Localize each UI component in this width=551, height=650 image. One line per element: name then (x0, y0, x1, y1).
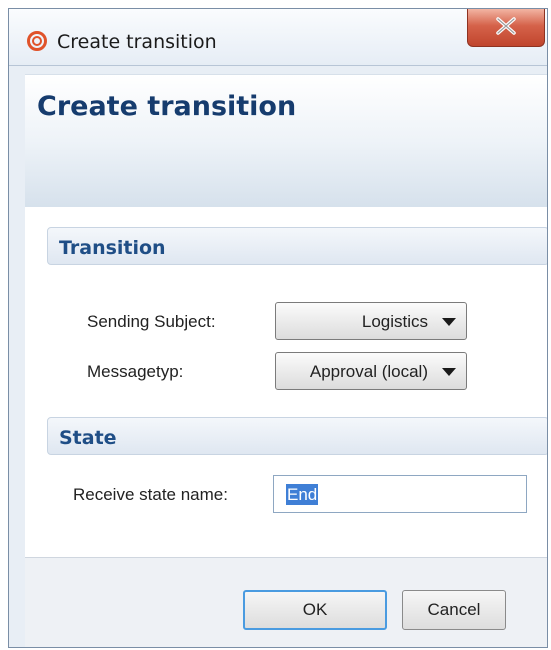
messagetyp-value: Approval (local) (309, 362, 428, 381)
receive-state-label: Receive state name: (73, 485, 228, 504)
dialog-footer: OK Cancel (25, 557, 547, 647)
dialog-header: Create transition (25, 74, 547, 208)
receive-state-value: End (286, 484, 319, 505)
cancel-button[interactable]: Cancel (402, 590, 506, 630)
messagetyp-label: Messagetyp: (87, 362, 184, 381)
chevron-down-icon (442, 368, 456, 376)
section-title-state: State (59, 427, 117, 449)
window-title: Create transition (57, 31, 217, 53)
title-bar[interactable]: Create transition (9, 9, 547, 66)
close-button[interactable] (467, 9, 545, 47)
section-transition: Transition (47, 227, 547, 265)
sending-subject-label: Sending Subject: (87, 312, 216, 331)
section-state: State (47, 417, 547, 455)
messagetyp-dropdown[interactable]: Approval (local) (275, 352, 467, 390)
close-icon (496, 17, 516, 35)
receive-state-input[interactable]: End (273, 475, 527, 513)
sending-subject-value: Logistics (361, 312, 428, 331)
app-logo-icon (27, 31, 47, 51)
ok-button[interactable]: OK (243, 590, 387, 630)
chevron-down-icon (442, 318, 456, 326)
sending-subject-dropdown[interactable]: Logistics (275, 302, 467, 340)
create-transition-dialog: Create transition Create transition Tran… (8, 8, 548, 648)
section-title-transition: Transition (59, 237, 166, 259)
page-title: Create transition (37, 91, 297, 122)
dialog-content: Transition Sending Subject: Logistics Me… (25, 207, 547, 557)
